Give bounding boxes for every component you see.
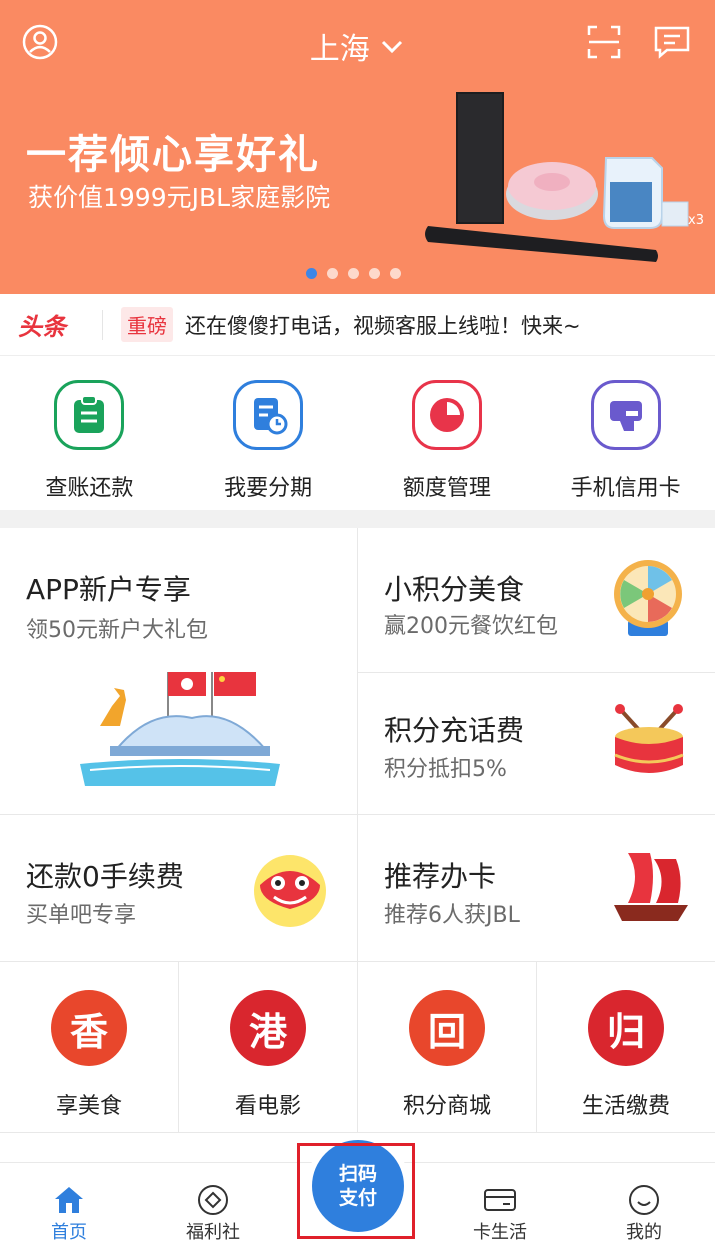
- promo-title: APP新户专享: [26, 573, 191, 606]
- quick-action-label: 查账还款: [45, 476, 134, 501]
- grid-divider: [358, 672, 715, 673]
- headline-logo: 头条: [18, 313, 66, 341]
- divider: [102, 309, 103, 340]
- pie-chart-icon: [411, 380, 482, 450]
- promo-title: 推荐办卡: [384, 860, 497, 893]
- nav-label: 我的: [626, 1222, 662, 1243]
- carousel-dot[interactable]: [369, 268, 380, 279]
- promo-subtitle: 积分抵扣5%: [384, 757, 507, 782]
- promo-points-food[interactable]: 小积分美食 赢200元餐饮红包: [358, 528, 715, 672]
- service-label: 享美食: [55, 1094, 122, 1119]
- promo-repay-fee[interactable]: 还款0手续费 买单吧专享: [0, 815, 357, 961]
- grid-divider: [0, 814, 715, 815]
- carousel-dot[interactable]: [306, 268, 317, 279]
- ticker-tag: 重磅: [121, 307, 173, 342]
- promo-subtitle: 买单吧专享: [26, 903, 137, 928]
- nav-label: 福利社: [186, 1222, 240, 1243]
- promo-title: 积分充话费: [384, 714, 525, 747]
- nav-mine[interactable]: 我的: [584, 1163, 704, 1243]
- nav-label: 首页: [51, 1222, 87, 1243]
- promo-title: 小积分美食: [384, 573, 525, 606]
- message-icon[interactable]: [652, 22, 692, 62]
- service-points-mall[interactable]: 回 积分商城: [358, 962, 536, 1132]
- diamond-circle-icon: [196, 1183, 230, 1216]
- promo-title: 还款0手续费: [26, 860, 184, 893]
- promo-app-new-user[interactable]: APP新户专享 领50元新户大礼包: [0, 528, 357, 814]
- carousel-dot[interactable]: [390, 268, 401, 279]
- promo-subtitle: 推荐6人获JBL: [384, 903, 520, 928]
- top-bar: 上海: [0, 0, 715, 90]
- return-home-icon: 归: [588, 990, 664, 1066]
- service-bill-pay[interactable]: 归 生活缴费: [537, 962, 715, 1132]
- grid-divider: [0, 1132, 715, 1133]
- promo-subtitle: 领50元新户大礼包: [26, 618, 208, 643]
- quick-action-mobile-card[interactable]: 手机信用卡: [536, 356, 715, 510]
- quick-action-limit[interactable]: 额度管理: [358, 356, 537, 510]
- drum-icon: [614, 704, 684, 773]
- prize-wheel-icon: [614, 560, 682, 636]
- clipboard-icon: [54, 380, 125, 450]
- carousel-dot[interactable]: [327, 268, 338, 279]
- quick-action-label: 我要分期: [224, 476, 313, 501]
- hongkong-movie-icon: 港: [230, 990, 306, 1066]
- scan-icon[interactable]: [584, 22, 624, 62]
- home-icon: [52, 1183, 86, 1216]
- fragrant-food-icon: 香: [51, 990, 127, 1066]
- promo-banner[interactable]: 上海 一荐倾心享好礼 获价值1999元JBL家庭影院 x3: [0, 0, 715, 294]
- product-badge: x3: [688, 213, 704, 228]
- service-food[interactable]: 香 享美食: [0, 962, 178, 1132]
- quick-action-label: 额度管理: [402, 476, 491, 501]
- ticker-text[interactable]: 还在傻傻打电话，视频客服上线啦！快来~: [185, 310, 581, 340]
- nav-home[interactable]: 首页: [9, 1163, 129, 1243]
- junk-boat-icon: [614, 853, 688, 921]
- nav-card-life[interactable]: 卡生活: [440, 1163, 560, 1243]
- nav-label: 卡生活: [473, 1222, 527, 1243]
- carousel-indicator: [306, 268, 401, 279]
- promo-subtitle: 赢200元餐饮红包: [384, 614, 558, 639]
- nav-welfare[interactable]: 福利社: [153, 1163, 273, 1243]
- chevron-down-icon: [379, 29, 405, 64]
- city-label: 上海: [309, 32, 370, 67]
- section-separator: [0, 510, 715, 528]
- promo-points-phone[interactable]: 积分充话费 积分抵扣5%: [358, 673, 715, 814]
- lucky-cat-icon: 回: [409, 990, 485, 1066]
- quick-action-bill[interactable]: 查账还款: [0, 356, 179, 510]
- quick-action-installment[interactable]: 我要分期: [179, 356, 358, 510]
- service-label: 看电影: [234, 1094, 301, 1119]
- quick-action-label: 手机信用卡: [570, 476, 681, 501]
- smiley-icon: [627, 1183, 661, 1216]
- phone-card-icon: [590, 380, 661, 450]
- banner-subtitle: 获价值1999元JBL家庭影院: [28, 183, 331, 212]
- carousel-dot[interactable]: [348, 268, 359, 279]
- banner-title: 一荐倾心享好礼: [26, 132, 320, 178]
- hongkong-convention-illustration: [80, 672, 280, 786]
- service-label: 积分商城: [402, 1094, 491, 1119]
- promo-recommend-card[interactable]: 推荐办卡 推荐6人获JBL: [358, 815, 715, 961]
- service-label: 生活缴费: [581, 1094, 670, 1119]
- grid-divider: [357, 528, 358, 962]
- news-ticker[interactable]: 头条 重磅 还在傻傻打电话，视频客服上线啦！快来~: [0, 294, 715, 356]
- lion-dance-icon: [254, 855, 326, 927]
- jbl-products-image: x3: [425, 92, 704, 262]
- quick-actions: 查账还款 我要分期 额度管理 手机信用卡: [0, 356, 715, 510]
- scan-pay-highlight-box: [297, 1143, 415, 1239]
- service-movie[interactable]: 港 看电影: [179, 962, 357, 1132]
- document-clock-icon: [233, 380, 304, 450]
- card-icon: [483, 1183, 517, 1216]
